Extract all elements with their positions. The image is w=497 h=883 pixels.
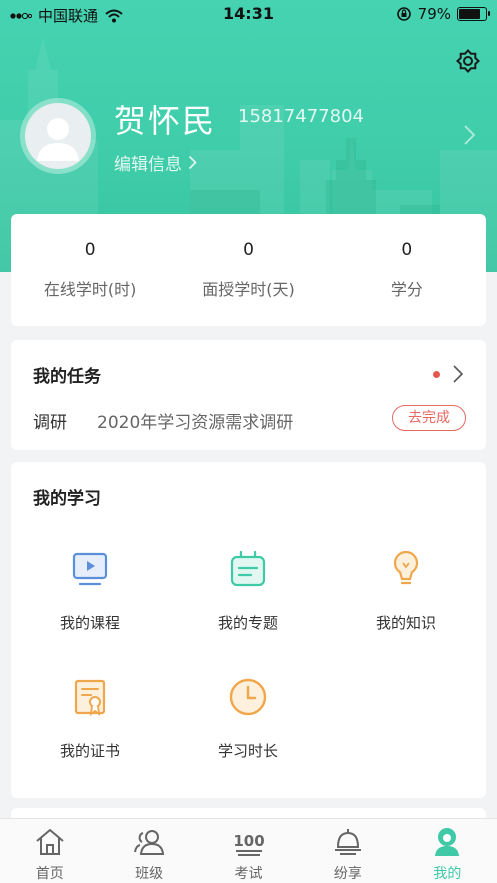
tab-label: 我的: [433, 866, 462, 882]
stat-label: 学分: [390, 280, 423, 299]
profile-chevron-right-icon[interactable]: [463, 124, 477, 146]
status-bar: 中国联通 14:31 79%: [0, 0, 497, 28]
stat-offline-days[interactable]: 0 面授学时(天): [169, 214, 327, 326]
learning-title: 我的学习: [33, 489, 101, 509]
stat-value: 0: [401, 240, 413, 260]
tab-label: 首页: [35, 866, 64, 882]
stat-value: 0: [243, 240, 254, 260]
learning-card: 我的学习 我的课程 我的专题 我的知识 我的证书 学习时长: [11, 462, 486, 798]
stats-card: 0 在线学时(时) 0 面授学时(天) 0 学分: [11, 214, 486, 326]
grid-label: 我的证书: [59, 742, 120, 760]
stat-online-hours[interactable]: 0 在线学时(时): [11, 214, 169, 326]
stat-value: 0: [84, 240, 96, 260]
stat-credits[interactable]: 0 学分: [328, 214, 486, 326]
profile-icon: [435, 828, 460, 856]
orientation-lock-icon: [396, 7, 411, 21]
my-courses-button[interactable]: 我的课程: [11, 548, 169, 633]
avatar[interactable]: [20, 98, 96, 174]
tab-label: 考试: [234, 866, 263, 882]
task-type: 调研: [33, 413, 67, 433]
topic-tv-icon: [230, 550, 266, 587]
tab-label: 纷享: [333, 866, 362, 882]
my-knowledge-button[interactable]: 我的知识: [327, 548, 485, 633]
edit-profile-link[interactable]: 编辑信息: [114, 150, 197, 175]
study-duration-button[interactable]: 学习时长: [169, 676, 327, 761]
stat-label: 面授学时(天): [202, 280, 295, 299]
svg-text:100: 100: [233, 832, 264, 850]
unread-dot: [433, 371, 440, 378]
chevron-right-icon: [188, 155, 197, 170]
certificate-icon: [74, 679, 106, 716]
avatar-person-icon: [37, 118, 79, 161]
task-name[interactable]: 2020年学习资源需求调研: [97, 408, 293, 433]
class-icon: [134, 830, 165, 855]
user-name: 贺怀民: [114, 102, 217, 140]
tasks-more-chevron-icon[interactable]: [452, 364, 464, 384]
stat-label: 在线学时(时): [43, 280, 137, 299]
home-icon: [36, 829, 64, 855]
settings-gear-icon[interactable]: [453, 46, 483, 76]
my-certificates-button[interactable]: 我的证书: [11, 676, 169, 761]
my-topics-button[interactable]: 我的专题: [169, 548, 327, 633]
grid-label: 我的课程: [59, 614, 120, 632]
tasks-card: 我的任务 调研 2020年学习资源需求调研 去完成: [11, 340, 486, 450]
tab-mine[interactable]: 我的: [398, 819, 497, 883]
edit-profile-label: 编辑信息: [114, 155, 182, 175]
tab-exam[interactable]: 100 考试: [199, 819, 298, 883]
tasks-title: 我的任务: [33, 367, 101, 387]
next-card-edge: [11, 808, 486, 818]
tab-home[interactable]: 首页: [0, 819, 99, 883]
battery-icon: [457, 7, 490, 21]
grid-label: 学习时长: [217, 742, 278, 760]
video-play-icon: [72, 552, 108, 586]
grid-label: 我的知识: [375, 614, 436, 632]
battery-fill: [459, 9, 480, 19]
tab-share[interactable]: 纷享: [298, 819, 397, 883]
tab-class[interactable]: 班级: [99, 819, 198, 883]
clock-icon: [229, 678, 267, 716]
battery-percent: 79%: [417, 5, 451, 23]
grid-label: 我的专题: [217, 614, 278, 632]
user-phone: 15817477804: [238, 106, 364, 127]
lightbulb-icon: [393, 550, 419, 585]
task-complete-button[interactable]: 去完成: [392, 405, 466, 431]
tab-label: 班级: [135, 866, 164, 882]
exam-100-icon: 100: [233, 832, 264, 856]
bottom-tab-bar: 首页 班级 100 考试 纷享 我的: [0, 818, 497, 883]
share-icon: [334, 829, 361, 855]
